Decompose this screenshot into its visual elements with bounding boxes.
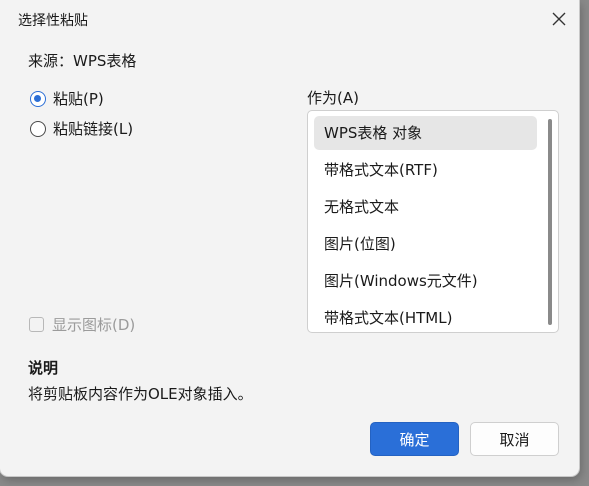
display-icon-label: 显示图标(D): [52, 316, 136, 334]
paste-link-radio[interactable]: 粘贴链接(L): [30, 118, 133, 139]
list-item-metafile[interactable]: 图片(Windows元文件): [314, 264, 537, 298]
list-item-wps-object[interactable]: WPS表格 对象: [314, 116, 537, 150]
paste-radio[interactable]: 粘贴(P): [30, 88, 104, 109]
list-item-plain-text[interactable]: 无格式文本: [314, 190, 537, 224]
list-item-html[interactable]: 带格式文本(HTML): [314, 301, 537, 332]
radio-unchecked-icon: [30, 120, 46, 137]
radio-checked-icon: [30, 90, 46, 107]
paste-radio-label: 粘贴(P): [53, 90, 104, 108]
source-label: 来源：WPS表格: [28, 52, 137, 70]
list-item-bitmap[interactable]: 图片(位图): [314, 227, 537, 261]
list-item-rtf[interactable]: 带格式文本(RTF): [314, 153, 537, 187]
as-label: 作为(A): [307, 89, 359, 107]
close-button[interactable]: [540, 4, 578, 34]
title-bar: 选择性粘贴: [0, 0, 579, 38]
display-icon-checkbox: 显示图标(D): [29, 314, 135, 335]
as-format-list[interactable]: WPS表格 对象 带格式文本(RTF) 无格式文本 图片(位图) 图片(Wind…: [307, 110, 559, 333]
paste-special-dialog: 选择性粘贴 来源：WPS表格 粘贴(P) 粘贴链接(L) 作为(A) WPS表格…: [0, 0, 579, 476]
dialog-title: 选择性粘贴: [18, 13, 88, 29]
paste-link-radio-label: 粘贴链接(L): [53, 120, 134, 138]
list-scrollbar[interactable]: [548, 119, 552, 325]
description-text: 将剪贴板内容作为OLE对象插入。: [28, 385, 253, 403]
cancel-button[interactable]: 取消: [470, 422, 559, 456]
close-icon: [552, 12, 566, 26]
description-heading: 说明: [28, 359, 59, 377]
checkbox-icon: [29, 317, 44, 332]
ok-button[interactable]: 确定: [370, 422, 459, 456]
